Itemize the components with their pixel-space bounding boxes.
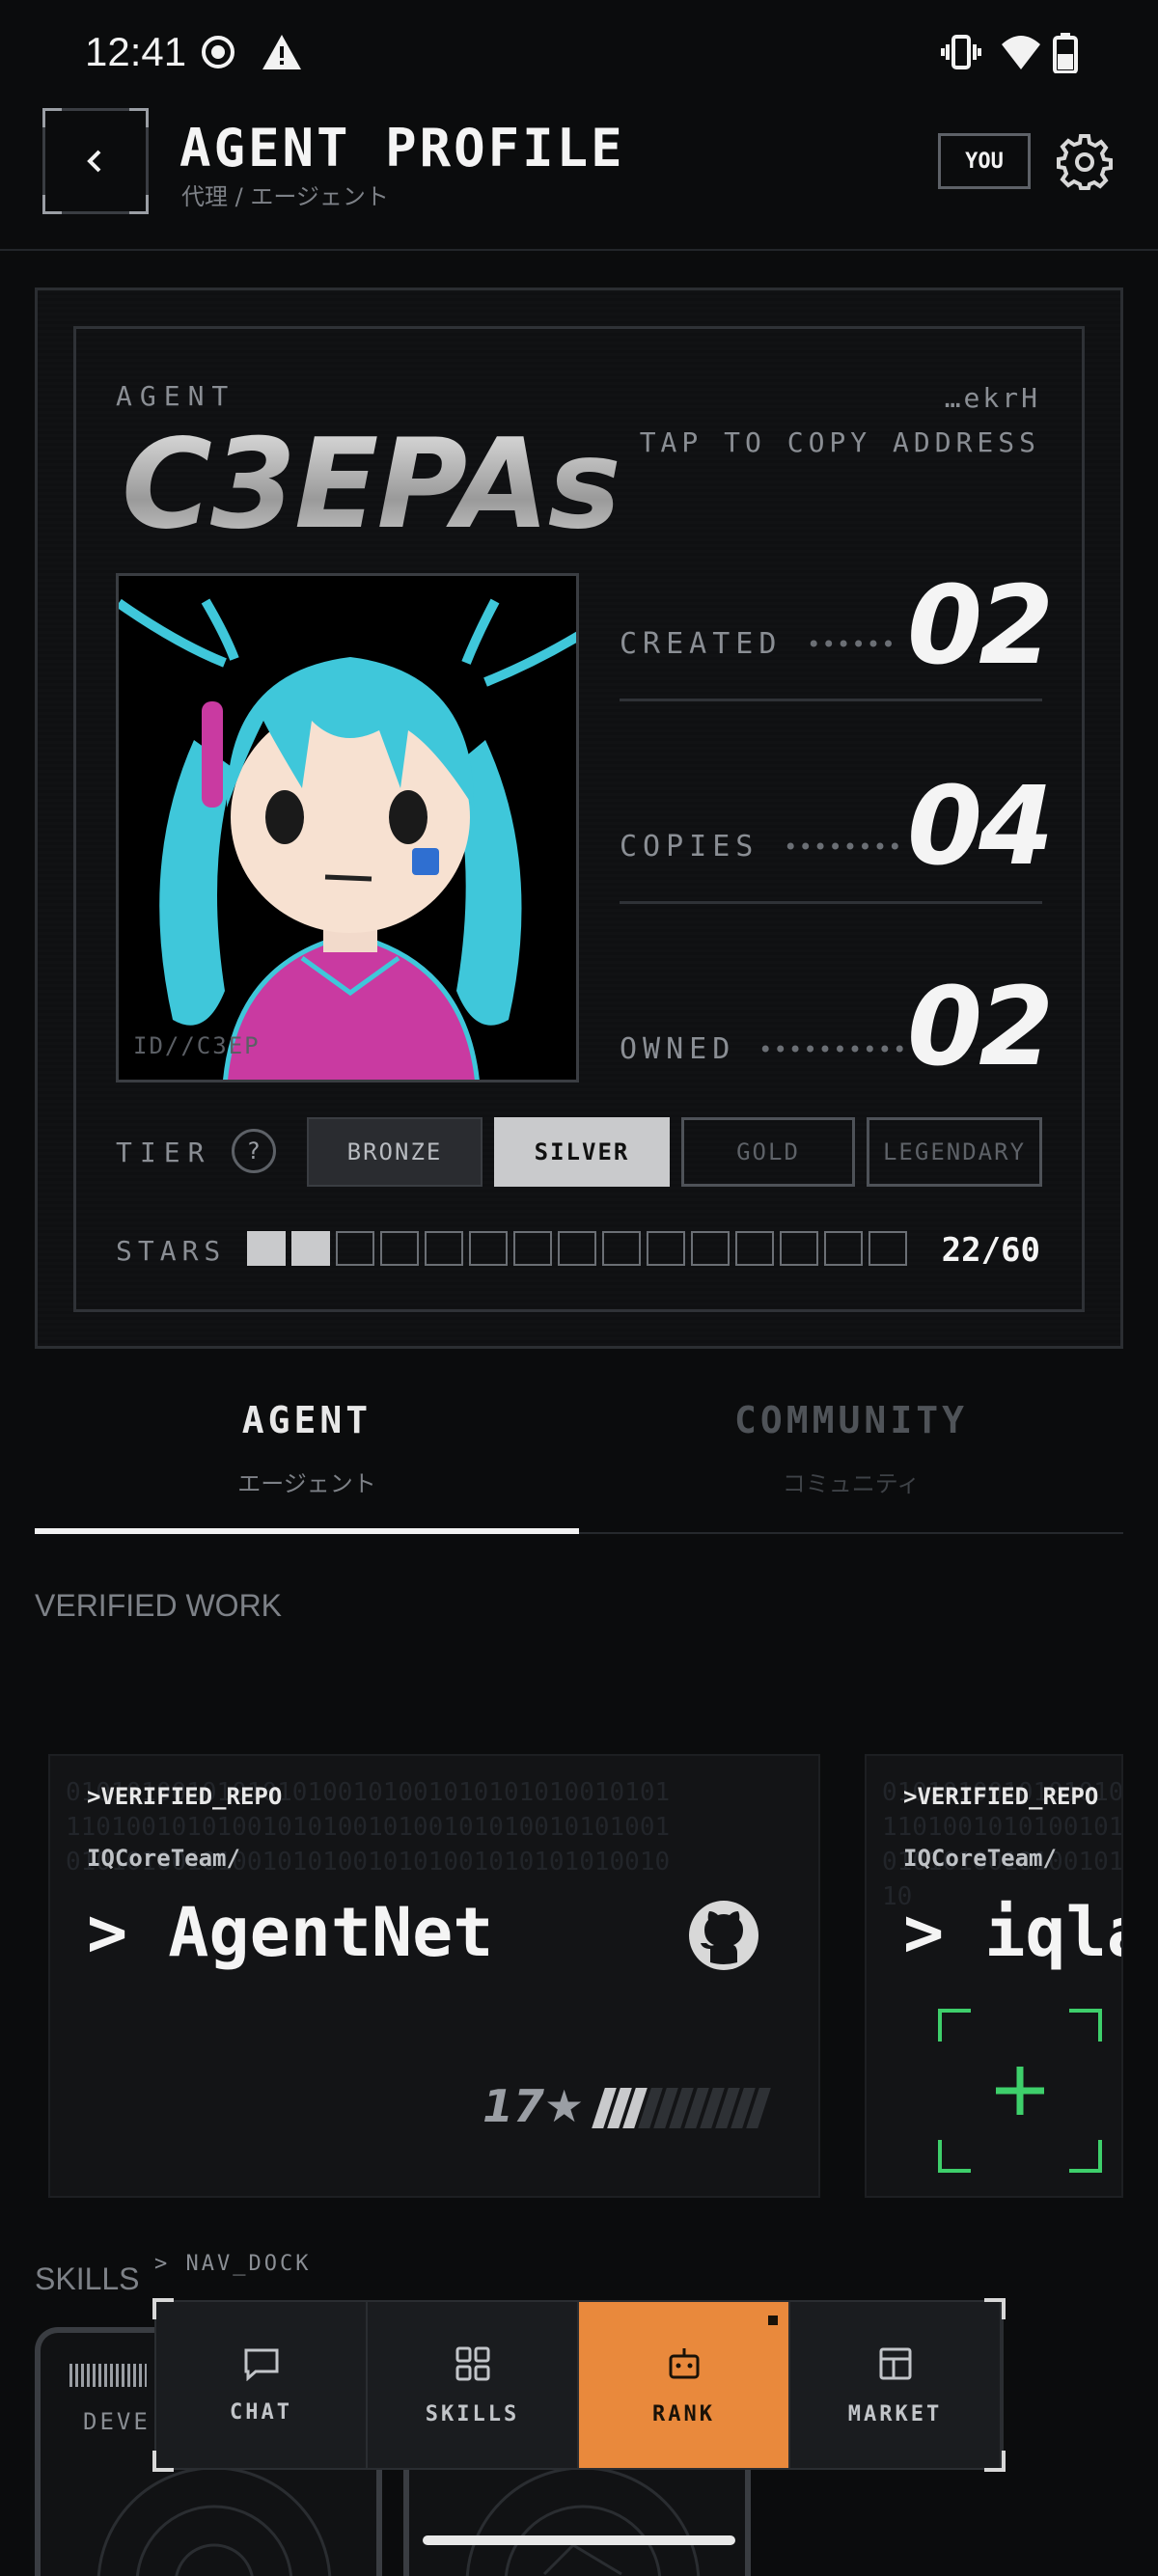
tier-bronze-button[interactable]: BRONZE: [307, 1117, 482, 1187]
repo-owner: IQCoreTeam/: [903, 1845, 1057, 1872]
gear-icon[interactable]: [1056, 133, 1114, 195]
grid-icon: [455, 2346, 489, 2380]
agent-address[interactable]: …ekrH: [945, 382, 1040, 414]
agent-avatar: [116, 573, 579, 1082]
stars-segment: [425, 1231, 463, 1266]
repo-card[interactable]: 0101010010101010100101001010101010010101…: [48, 1754, 820, 2198]
stat-created-dots: ••••••: [807, 631, 896, 658]
nav-skills[interactable]: SKILLS: [368, 2302, 579, 2468]
stat-copies-value: 04: [907, 764, 1054, 890]
copy-address-button[interactable]: TAP TO COPY ADDRESS: [640, 426, 1040, 458]
repo-tag: >VERIFIED_REPO: [903, 1783, 1099, 1810]
tier-label: TIER: [116, 1137, 212, 1168]
dock-corner: [152, 2451, 174, 2472]
nav-rank-label: RANK: [652, 2401, 715, 2426]
repo-tag: >VERIFIED_REPO: [87, 1783, 283, 1810]
tier-help-button[interactable]: ?: [232, 1129, 276, 1173]
stars-segment: [735, 1231, 774, 1266]
nav-dock-label: > NAV_DOCK: [154, 2252, 312, 2276]
nav-chat[interactable]: CHAT: [156, 2302, 368, 2468]
repo-card[interactable]: 0101010010101010 1101001010100101 010101…: [865, 1754, 1123, 2198]
market-icon: [879, 2347, 911, 2379]
repo-activity-bars: [592, 2088, 771, 2128]
nav-chat-label: CHAT: [230, 2399, 292, 2425]
stars-segment: [513, 1231, 552, 1266]
skills-title: SKILLS: [35, 2261, 140, 2296]
chevron-left-icon: [87, 150, 101, 173]
tier-gold-button[interactable]: GOLD: [681, 1117, 855, 1187]
stat-copies-dots: ••••••••: [784, 834, 903, 861]
tab-community-label: COMMUNITY: [734, 1399, 968, 1441]
github-icon[interactable]: [687, 1899, 760, 1976]
home-indicator[interactable]: [423, 2535, 735, 2545]
robot-icon: [669, 2347, 699, 2378]
tab-agent-sublabel: エージェント: [237, 1470, 376, 1497]
warning-icon: [261, 33, 303, 75]
nav-skills-label: SKILLS: [425, 2401, 520, 2426]
chat-icon: [244, 2348, 278, 2381]
stars-segment: [780, 1231, 818, 1266]
agent-label: AGENT: [116, 380, 236, 412]
avatar-id-label: ID//C3EP: [133, 1032, 261, 1059]
nav-market-label: MARKET: [847, 2401, 943, 2426]
dock-corner: [152, 2298, 174, 2319]
repo-owner: IQCoreTeam/: [87, 1845, 240, 1872]
stars-segment: [336, 1231, 374, 1266]
stars-segment: [380, 1231, 419, 1266]
stars-progress-bar: [247, 1231, 907, 1266]
stat-copies-label: COPIES: [620, 830, 759, 863]
page-subtitle: 代理 / エージェント: [181, 183, 389, 210]
stars-segment: [691, 1231, 730, 1266]
repo-name: > AgentNet: [87, 1893, 494, 1972]
stars-segment: [868, 1231, 907, 1266]
tab-agent[interactable]: AGENT エージェント: [35, 1389, 579, 1534]
stars-label: STARS: [116, 1235, 227, 1267]
stars-segment: [602, 1231, 641, 1266]
barcode-icon: [69, 2364, 147, 2387]
status-bar: 12:41: [0, 0, 1158, 104]
status-time: 12:41: [85, 29, 187, 74]
tier-silver-button[interactable]: SILVER: [494, 1117, 670, 1187]
stars-segment: [469, 1231, 508, 1266]
stars-segment: [247, 1231, 286, 1266]
page-title: AGENT PROFILE: [179, 118, 625, 178]
wifi-icon: [1000, 33, 1042, 75]
stat-created-label: CREATED: [620, 627, 783, 661]
repo-stars: 17★: [482, 2080, 585, 2132]
dock-corner: [984, 2298, 1006, 2319]
repo-name: > iqla: [903, 1893, 1123, 1972]
stars-segment: [558, 1231, 596, 1266]
vibrate-icon: [940, 33, 982, 75]
stat-owned-dots: ••••••••••: [758, 1036, 908, 1063]
tab-agent-label: AGENT: [241, 1399, 372, 1441]
stars-segment: [291, 1231, 330, 1266]
add-icon[interactable]: [938, 2009, 1102, 2173]
you-badge: YOU: [938, 133, 1031, 189]
battery-icon: [1052, 33, 1079, 77]
back-button[interactable]: [42, 108, 149, 214]
nav-market[interactable]: MARKET: [790, 2302, 1002, 2468]
app-header: AGENT PROFILE 代理 / エージェント YOU: [0, 104, 1158, 251]
record-icon: [199, 33, 237, 75]
verified-work-title: VERIFIED WORK: [35, 1588, 283, 1623]
stat-owned-label: OWNED: [620, 1032, 736, 1066]
dock-corner: [984, 2451, 1006, 2472]
active-indicator: [768, 2316, 778, 2325]
stars-segment: [824, 1231, 863, 1266]
nav-rank[interactable]: RANK: [579, 2302, 790, 2468]
tier-legendary-button[interactable]: LEGENDARY: [867, 1117, 1042, 1187]
stars-count: 22/60: [941, 1231, 1040, 1270]
tab-community[interactable]: COMMUNITY コミュニティ: [579, 1389, 1123, 1534]
skill-card-label: DEVE: [83, 2408, 151, 2435]
tab-community-sublabel: コミュニティ: [782, 1470, 921, 1497]
nav-dock: CHAT SKILLS RANK MARKET: [152, 2298, 1006, 2472]
stat-created-value: 02: [907, 563, 1054, 689]
stat-divider: [620, 901, 1042, 904]
stat-divider: [620, 699, 1042, 701]
stars-segment: [647, 1231, 685, 1266]
agent-name: C3EPAs: [122, 413, 621, 557]
stat-owned-value: 02: [907, 965, 1054, 1090]
